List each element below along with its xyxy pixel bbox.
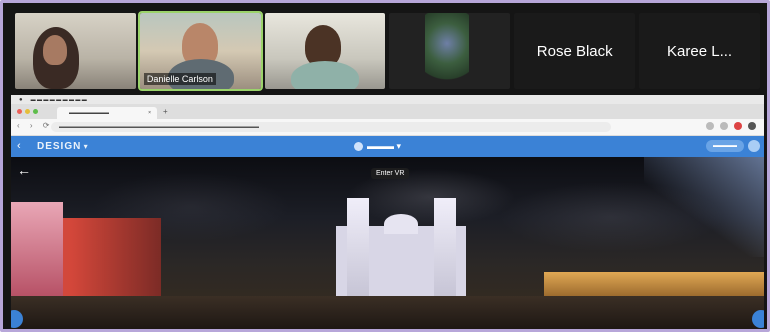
- extension-icon[interactable]: [720, 122, 728, 130]
- header-action-button[interactable]: ▬▬▬▬: [706, 140, 744, 152]
- chevron-left-icon[interactable]: ‹: [17, 140, 21, 152]
- participant-tile-1[interactable]: [15, 13, 136, 89]
- menu-blur: ▬ ▬ ▬ ▬ ▬ ▬ ▬ ▬ ▬: [30, 96, 87, 103]
- browser-tab[interactable]: ▬▬▬▬▬▬▬▬ ×: [57, 107, 157, 119]
- participant-video: [425, 13, 470, 89]
- experience-name-blur: ▬▬▬ ▾: [367, 141, 402, 151]
- participant-face: [43, 35, 67, 65]
- participant-tile-5[interactable]: Rose Black: [514, 13, 636, 89]
- tab-title-blur: ▬▬▬▬▬▬▬▬: [69, 110, 109, 116]
- participant-tile-4[interactable]: [389, 13, 511, 89]
- app-header: ‹ DESIGN ▾ ▬▬▬ ▾ ▬▬▬▬: [11, 136, 764, 157]
- illuminated-facade-left: [11, 202, 63, 300]
- apple-icon: ●: [19, 96, 23, 103]
- extension-icon[interactable]: [734, 122, 742, 130]
- os-menu-bar: ● ▬ ▬ ▬ ▬ ▬ ▬ ▬ ▬ ▬: [11, 95, 764, 104]
- plus-icon[interactable]: +: [163, 107, 168, 116]
- url-field[interactable]: ▬▬▬▬▬▬▬▬▬▬▬▬▬▬▬▬▬▬▬▬▬▬▬▬▬▬▬▬▬▬▬▬▬▬▬▬▬▬▬▬: [51, 122, 611, 132]
- help-icon[interactable]: [748, 140, 760, 152]
- enter-vr-tooltip: Enter VR: [371, 168, 410, 179]
- plaza-ground: [11, 296, 764, 329]
- participant-name: Karee L...: [667, 42, 733, 60]
- participant-body: [290, 61, 359, 89]
- globe-icon: [354, 142, 363, 151]
- cathedral-tower-right: [434, 198, 456, 296]
- screenshot-frame: Danielle Carlson Rose Black Karee L... ●…: [0, 0, 770, 332]
- profile-icon[interactable]: [748, 122, 756, 130]
- cathedral-tower-left: [347, 198, 369, 296]
- participant-tile-3[interactable]: [264, 13, 386, 89]
- shared-browser-window: ● ▬ ▬ ▬ ▬ ▬ ▬ ▬ ▬ ▬ ▬▬▬▬▬▬▬▬ × + ‹ › ⟳ ▬…: [11, 95, 764, 329]
- experience-selector[interactable]: ▬▬▬ ▾: [354, 141, 401, 152]
- address-bar-row: ‹ › ⟳ ▬▬▬▬▬▬▬▬▬▬▬▬▬▬▬▬▬▬▬▬▬▬▬▬▬▬▬▬▬▬▬▬▬▬…: [11, 119, 764, 136]
- extension-icon[interactable]: [706, 122, 714, 130]
- panorama-viewer[interactable]: ← Enter VR: [11, 157, 764, 329]
- participant-strip: Danielle Carlson Rose Black Karee L...: [15, 11, 760, 91]
- app-title[interactable]: DESIGN ▾: [37, 141, 88, 152]
- participant-tile-6[interactable]: Karee L...: [639, 13, 760, 89]
- window-controls: [17, 109, 38, 114]
- close-window-icon[interactable]: [17, 109, 22, 114]
- nav-buttons[interactable]: ‹ › ⟳: [17, 121, 53, 130]
- zoom-window-icon[interactable]: [33, 109, 38, 114]
- minimize-window-icon[interactable]: [25, 109, 30, 114]
- close-icon[interactable]: ×: [148, 107, 151, 119]
- cathedral-dome: [384, 214, 418, 234]
- tab-bar: ▬▬▬▬▬▬▬▬ × +: [11, 104, 764, 119]
- right-floating-button[interactable]: [752, 310, 764, 328]
- participant-name-label: Danielle Carlson: [143, 73, 216, 85]
- extension-icons: [706, 122, 756, 130]
- participant-tile-2[interactable]: Danielle Carlson: [137, 11, 263, 91]
- arrow-left-icon[interactable]: ←: [17, 162, 31, 178]
- light-beam: [644, 157, 764, 257]
- participant-name: Rose Black: [536, 42, 613, 60]
- app-title-text: DESIGN: [37, 141, 82, 152]
